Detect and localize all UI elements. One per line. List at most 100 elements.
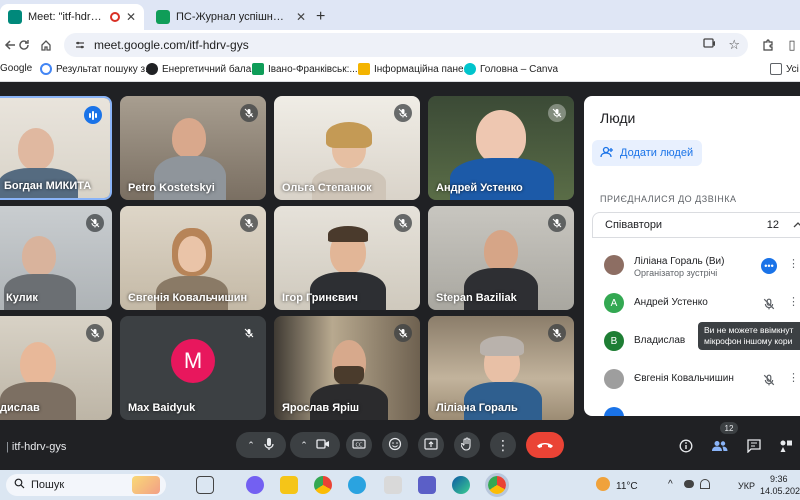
taskbar-search[interactable]: Пошук — [6, 474, 166, 496]
tab-title: ПС-Журнал успішності WEB > — [176, 11, 290, 23]
file-explorer-icon[interactable] — [280, 476, 298, 494]
folder-icon — [770, 63, 782, 75]
meeting-info-icon[interactable] — [676, 436, 696, 456]
avatar: А — [604, 293, 624, 313]
app-icon[interactable] — [384, 476, 402, 494]
participant-tile[interactable]: Євгенія Ковальчишин — [120, 206, 266, 310]
participant-name: Кулик — [6, 292, 38, 304]
participant-tile[interactable]: Богдан МИКИТА — [0, 96, 112, 200]
participant-tile[interactable]: Ліліана Гораль — [428, 316, 574, 420]
raise-hand-button[interactable] — [454, 432, 480, 458]
bookmark-info-panel[interactable]: Інформаційна пане... — [358, 63, 472, 75]
participant-name: Ігор Гринєвич — [282, 292, 358, 304]
close-icon[interactable]: ✕ — [296, 10, 306, 24]
chevron-up-icon[interactable]: ⌃ — [247, 440, 255, 451]
bookmark-label: Івано-Франківськ:... — [268, 63, 358, 75]
bookmark-google[interactable]: Google — [0, 63, 32, 74]
edge-icon[interactable] — [452, 476, 470, 494]
tooltip-line: Ви не можете ввімкнут — [704, 325, 794, 335]
bookmark-label: Енергетичний бала... — [162, 63, 260, 75]
emoji-icon — [388, 437, 402, 454]
tab-title: Meet: "itf-hdrv-gys" — [28, 11, 106, 23]
bookmark-label: Інформаційна пане... — [374, 63, 472, 75]
kebab-menu-icon[interactable]: ⋮ — [788, 295, 799, 308]
profile-menu-icon[interactable]: ▯ — [782, 35, 800, 55]
participant-tile[interactable]: Petro Kostetskyi — [120, 96, 266, 200]
speakers-group-header[interactable]: Співавтори 12 — [592, 212, 800, 238]
home-icon[interactable] — [36, 35, 56, 55]
new-tab-button[interactable]: + — [316, 8, 325, 26]
video-camera-icon — [316, 438, 330, 452]
mic-off-icon — [86, 324, 104, 342]
participant-tile[interactable]: Ігор Гринєвич — [274, 206, 420, 310]
captions-button[interactable]: CC — [346, 432, 372, 458]
person-row[interactable]: Євгенія Ковальчишин ⋮ — [592, 360, 800, 398]
participant-tile[interactable]: Ярослав Яріш — [274, 316, 420, 420]
participant-tile[interactable]: дислав — [0, 316, 112, 420]
tab-meet[interactable]: Meet: "itf-hdrv-gys" ✕ — [0, 4, 144, 30]
extensions-icon[interactable] — [758, 35, 778, 55]
browser-tab-bar: Meet: "itf-hdrv-gys" ✕ ПС-Журнал успішно… — [0, 0, 800, 30]
bookmark-all[interactable]: Усі — [770, 63, 799, 75]
panel-title: Люди — [600, 110, 636, 126]
speakers-label: Співавтори — [605, 219, 663, 231]
leave-call-button[interactable] — [526, 432, 564, 458]
search-label: Пошук — [31, 479, 65, 491]
bookmark-label: Усі — [786, 63, 799, 75]
chevron-up-icon[interactable]: ⌃ — [300, 440, 308, 451]
bookmark-ivano-frankivsk[interactable]: Івано-Франківськ:... — [252, 63, 358, 75]
participant-tile[interactable]: Андрей Устенко — [428, 96, 574, 200]
input-language[interactable]: УКР — [738, 481, 755, 491]
teams-icon[interactable] — [418, 476, 436, 494]
site-info-icon[interactable] — [72, 37, 88, 53]
hang-up-icon — [536, 438, 554, 452]
participant-tile[interactable]: Ольга Степанюк — [274, 96, 420, 200]
closed-captions-icon: CC — [352, 438, 366, 452]
bookmark-energy-balance[interactable]: Енергетичний бала... — [146, 63, 260, 75]
person-role: Організатор зустрічі — [634, 267, 718, 278]
task-view-icon[interactable] — [196, 476, 214, 494]
chat-icon[interactable] — [744, 436, 764, 456]
participant-tile[interactable]: Кулик — [0, 206, 112, 310]
mic-off-icon[interactable] — [760, 295, 778, 313]
tray-chevron-icon[interactable]: ^ — [668, 479, 673, 490]
mic-toggle-button[interactable]: ⌃ — [236, 432, 286, 458]
participant-tile[interactable]: M Max Baidyuk — [120, 316, 266, 420]
activities-icon[interactable] — [776, 436, 796, 456]
chevron-up-icon[interactable] — [793, 220, 800, 231]
people-count-badge: 12 — [720, 422, 738, 434]
participant-tile[interactable]: Stepan Baziliak — [428, 206, 574, 310]
reload-icon[interactable] — [14, 35, 34, 55]
more-options-button[interactable]: ••• — [760, 257, 778, 275]
tab-journal[interactable]: ПС-Журнал успішності WEB > ✕ — [148, 4, 314, 30]
address-bar[interactable]: meet.google.com/itf-hdrv-gys ☆ — [64, 33, 748, 57]
people-icon[interactable] — [710, 436, 730, 456]
chrome-icon[interactable] — [314, 476, 332, 494]
google-icon — [40, 63, 52, 75]
add-people-button[interactable]: Додати людей — [592, 140, 702, 166]
weather-temp: 11°C — [616, 481, 638, 492]
mic-icon — [263, 437, 275, 454]
kebab-menu-icon[interactable]: ⋮ — [788, 371, 799, 384]
viber-icon[interactable] — [246, 476, 264, 494]
telegram-icon[interactable] — [348, 476, 366, 494]
participant-name: Ярослав Яріш — [282, 402, 360, 414]
person-row[interactable]: Ліліана Гораль (Ви) Організатор зустрічі… — [592, 246, 800, 284]
speakers-count: 12 — [766, 219, 779, 231]
present-screen-button[interactable] — [418, 432, 444, 458]
mic-off-icon[interactable] — [760, 371, 778, 389]
camera-toggle-button[interactable]: ⌃ — [290, 432, 340, 458]
bookmark-canva[interactable]: Головна – Canva — [464, 63, 558, 75]
chrome-active-icon[interactable] — [485, 473, 509, 497]
reactions-button[interactable] — [382, 432, 408, 458]
person-row[interactable] — [592, 398, 800, 416]
more-options-button[interactable]: ⋮ — [490, 432, 516, 458]
bookmark-search-result[interactable]: Результат пошуку з... — [40, 63, 153, 75]
close-icon[interactable]: ✕ — [126, 10, 136, 24]
person-row[interactable]: А Андрей Устенко ⋮ — [592, 284, 800, 322]
person-name: Євгенія Ковальчишин — [634, 373, 734, 384]
tooltip-line: мікрофон іншому кори — [704, 336, 793, 346]
cast-icon[interactable] — [703, 37, 716, 53]
kebab-menu-icon[interactable]: ⋮ — [788, 257, 799, 270]
bookmark-star-icon[interactable]: ☆ — [728, 37, 740, 53]
